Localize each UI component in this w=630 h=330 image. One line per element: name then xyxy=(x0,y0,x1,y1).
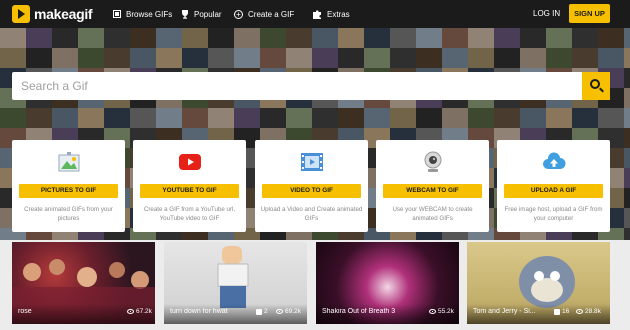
gif-thumbnail[interactable]: rose 67.2k xyxy=(12,242,155,324)
gif-thumbnail[interactable]: Tom and Jerry - Si... 16 28.8k xyxy=(467,242,610,324)
card-upload-a-gif: UPLOAD A GIF Free image host, upload a G… xyxy=(497,140,610,232)
nav-extras[interactable]: Extras xyxy=(313,7,350,21)
grid-icon xyxy=(113,10,121,18)
gif-title: rose xyxy=(18,308,32,315)
thumbs-up-icon xyxy=(554,308,560,315)
nav-browse-gifs[interactable]: Browse GIFs xyxy=(113,7,172,21)
video-to-gif-button[interactable]: VIDEO TO GIF xyxy=(262,184,361,198)
film-icon xyxy=(301,153,323,171)
eye-icon xyxy=(576,309,583,314)
youtube-icon xyxy=(179,154,201,170)
gif-thumbnail[interactable]: Shakira Out of Breath 3 55.2k xyxy=(316,242,459,324)
gif-thumbnail[interactable]: turn down for hwat 2 69.2k xyxy=(164,242,307,324)
webcam-icon xyxy=(424,151,442,172)
eye-icon xyxy=(429,309,436,314)
pictures-to-gif-desc: Create animated GIFs from your pictures xyxy=(24,206,113,222)
card-pictures-to-gif: PICTURES TO GIF Create animated GIFs fro… xyxy=(12,140,125,232)
like-count: 16 xyxy=(554,308,569,315)
login-link[interactable]: LOG IN xyxy=(533,9,560,18)
thumbs-up-icon xyxy=(256,308,262,315)
gif-title: Shakira Out of Breath 3 xyxy=(322,308,396,315)
card-webcam-to-gif: WEBCAM TO GIF Use your WEBCAM to create … xyxy=(376,140,489,232)
upload-a-gif-button[interactable]: UPLOAD A GIF xyxy=(504,184,603,198)
view-count: 67.2k xyxy=(127,308,152,315)
nav-extras-label: Extras xyxy=(327,9,350,19)
puzzle-icon xyxy=(313,9,321,19)
nav-create-gif-label: Create a GIF xyxy=(248,9,295,19)
eye-icon xyxy=(276,309,283,314)
top-navbar: makeagif Browse GIFs Popular + Create a … xyxy=(0,0,630,28)
cloud-upload-icon xyxy=(543,152,566,169)
gif-title: Tom and Jerry - Si... xyxy=(473,308,536,315)
nav-browse-gifs-label: Browse GIFs xyxy=(126,9,173,19)
gif-title: turn down for hwat xyxy=(170,308,228,315)
youtube-to-gif-desc: Create a GIF from a YouTube url, YouTube… xyxy=(143,206,236,222)
video-to-gif-desc: Upload a Video and Create animated GIFs xyxy=(260,206,363,222)
youtube-to-gif-button[interactable]: YOUTUBE TO GIF xyxy=(140,184,239,198)
like-count: 2 xyxy=(256,308,268,315)
plus-circle-icon: + xyxy=(234,9,243,19)
logo-text: makeagif xyxy=(34,6,93,22)
search-bar xyxy=(12,72,610,100)
webcam-to-gif-desc: Use your WEBCAM to create animated GIFs xyxy=(392,206,473,222)
nav-popular-label: Popular xyxy=(194,9,222,19)
trophy-icon xyxy=(182,9,188,19)
view-count: 69.2k xyxy=(276,308,301,315)
card-youtube-to-gif: YOUTUBE TO GIF Create a GIF from a YouTu… xyxy=(133,140,246,232)
nav-create-gif[interactable]: + Create a GIF xyxy=(234,7,294,21)
view-count: 55.2k xyxy=(429,308,454,315)
pictures-to-gif-button[interactable]: PICTURES TO GIF xyxy=(19,184,118,198)
picture-icon xyxy=(58,152,80,172)
search-button[interactable] xyxy=(582,72,610,100)
logo-play-icon xyxy=(12,5,30,23)
card-video-to-gif: VIDEO TO GIF Upload a Video and Create a… xyxy=(255,140,368,232)
webcam-to-gif-button[interactable]: WEBCAM TO GIF xyxy=(383,184,482,198)
upload-a-gif-desc: Free image host, upload a GIF from your … xyxy=(504,206,603,222)
signup-button[interactable]: SIGN UP xyxy=(569,4,610,23)
view-count: 28.8k xyxy=(576,308,601,315)
eye-icon xyxy=(127,309,134,314)
search-input[interactable] xyxy=(12,72,582,100)
makeagif-logo[interactable]: makeagif xyxy=(12,5,93,23)
nav-popular[interactable]: Popular xyxy=(181,7,222,21)
